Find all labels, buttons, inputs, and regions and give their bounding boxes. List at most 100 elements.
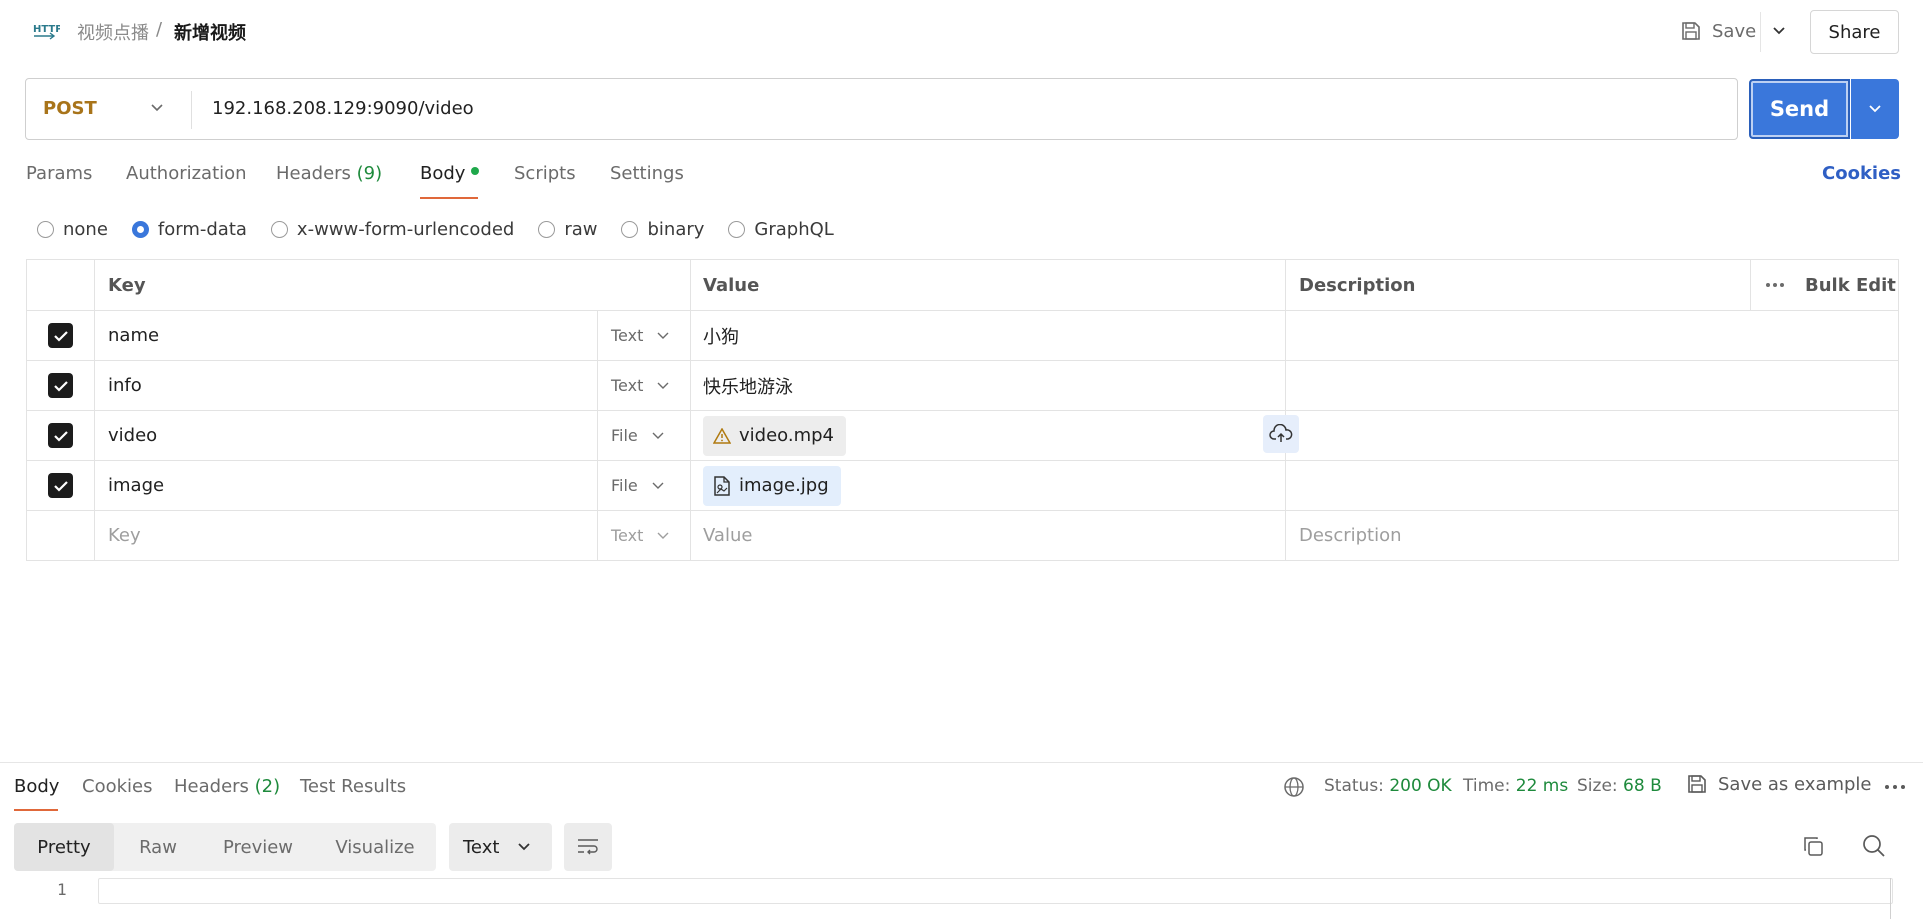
tab-body[interactable]: Body bbox=[420, 163, 480, 184]
tab-authorization[interactable]: Authorization bbox=[126, 163, 247, 184]
view-preview[interactable]: Preview bbox=[202, 823, 314, 871]
radio-urlencoded[interactable]: x-www-form-urlencoded bbox=[270, 219, 514, 240]
more-options-icon[interactable] bbox=[1765, 282, 1785, 288]
value-input[interactable]: 快乐地游泳 bbox=[691, 361, 1286, 410]
description-input[interactable] bbox=[1286, 411, 1900, 460]
url-input[interactable]: 192.168.208.129:9090/video bbox=[212, 98, 474, 119]
radio-binary[interactable]: binary bbox=[621, 219, 704, 240]
type-selector[interactable]: Text bbox=[598, 311, 691, 360]
line-number: 1 bbox=[57, 880, 67, 899]
key-input[interactable]: image bbox=[95, 461, 598, 510]
save-as-example-button[interactable]: Save as example bbox=[1686, 773, 1872, 795]
tab-settings[interactable]: Settings bbox=[610, 163, 684, 184]
wrap-lines-button[interactable] bbox=[564, 823, 612, 871]
table-row: name Text 小狗 bbox=[27, 310, 1898, 360]
cookies-link[interactable]: Cookies bbox=[1822, 163, 1901, 184]
save-options-button[interactable] bbox=[1764, 14, 1794, 48]
file-chip[interactable]: image.jpg bbox=[703, 465, 841, 506]
svg-text:HTTP: HTTP bbox=[33, 24, 60, 35]
status-value: 200 OK bbox=[1389, 776, 1452, 796]
scrollbar[interactable] bbox=[1890, 878, 1891, 919]
description-input-placeholder[interactable]: Description bbox=[1286, 511, 1900, 560]
radio-raw[interactable]: raw bbox=[538, 219, 597, 240]
response-editor[interactable] bbox=[98, 878, 1893, 904]
tab-headers-label: Headers bbox=[276, 163, 351, 184]
row-checkbox-cell bbox=[27, 511, 95, 560]
time-label: Time: bbox=[1463, 776, 1511, 796]
bulk-edit-button[interactable]: Bulk Edit bbox=[1805, 275, 1896, 296]
key-input[interactable]: name bbox=[95, 311, 598, 360]
send-button[interactable]: Send bbox=[1749, 79, 1850, 139]
value-input[interactable]: 小狗 bbox=[691, 311, 1286, 360]
chevron-down-icon bbox=[657, 532, 669, 539]
response-tab-test-results[interactable]: Test Results bbox=[300, 776, 406, 797]
warning-icon bbox=[713, 427, 731, 444]
view-visualize[interactable]: Visualize bbox=[314, 823, 436, 871]
response-format-select[interactable]: Text bbox=[449, 823, 552, 871]
radio-graphql[interactable]: GraphQL bbox=[728, 219, 834, 240]
tab-params[interactable]: Params bbox=[26, 163, 92, 184]
tab-headers[interactable]: Headers (9) bbox=[276, 163, 382, 184]
type-selector[interactable]: File bbox=[598, 461, 691, 510]
response-size[interactable]: Size: 68 B bbox=[1577, 776, 1662, 796]
more-options-icon[interactable] bbox=[1884, 784, 1906, 790]
checkmark-icon bbox=[53, 480, 68, 492]
response-divider[interactable] bbox=[0, 762, 1923, 763]
share-button[interactable]: Share bbox=[1810, 10, 1899, 54]
save-icon bbox=[1682, 22, 1700, 40]
description-input[interactable] bbox=[1286, 311, 1900, 360]
request-header: HTTP 视频点播 / 新增视频 Save Share bbox=[0, 0, 1923, 62]
view-raw[interactable]: Raw bbox=[114, 823, 202, 871]
value-input-placeholder[interactable]: Value bbox=[691, 511, 1286, 560]
chevron-down-icon[interactable] bbox=[149, 100, 165, 116]
format-label: Text bbox=[463, 836, 500, 858]
type-label: Text bbox=[611, 376, 644, 395]
response-tab-body[interactable]: Body bbox=[14, 776, 59, 797]
key-input-placeholder[interactable]: Key bbox=[95, 511, 598, 560]
breadcrumb-separator: / bbox=[156, 19, 163, 40]
method-selector[interactable]: POST bbox=[43, 98, 97, 119]
save-button[interactable]: Save bbox=[1672, 14, 1764, 48]
row-checkbox[interactable] bbox=[48, 423, 73, 448]
description-input[interactable] bbox=[1286, 461, 1900, 510]
chevron-down-icon bbox=[657, 382, 669, 389]
copy-icon[interactable] bbox=[1802, 835, 1824, 857]
search-icon[interactable] bbox=[1862, 834, 1886, 858]
row-checkbox[interactable] bbox=[48, 473, 73, 498]
radio-none[interactable]: none bbox=[37, 219, 108, 240]
type-selector[interactable]: File bbox=[598, 411, 691, 460]
type-label: Text bbox=[611, 526, 644, 545]
response-time[interactable]: Time: 22 ms bbox=[1463, 776, 1568, 796]
request-title[interactable]: 新增视频 bbox=[174, 19, 246, 45]
row-checkbox-cell bbox=[27, 411, 95, 460]
globe-icon[interactable] bbox=[1283, 776, 1305, 798]
description-input[interactable] bbox=[1286, 361, 1900, 410]
row-checkbox[interactable] bbox=[48, 323, 73, 348]
send-options-button[interactable] bbox=[1851, 79, 1899, 139]
response-status[interactable]: Status: 200 OK bbox=[1324, 776, 1452, 796]
type-selector[interactable]: Text bbox=[598, 511, 691, 560]
key-input[interactable]: video bbox=[95, 411, 598, 460]
header-description: Description bbox=[1286, 260, 1751, 310]
body-type-selector: none form-data x-www-form-urlencoded raw… bbox=[37, 218, 858, 240]
table-row: image File image.jpg bbox=[27, 460, 1898, 510]
value-cell: video.mp4 bbox=[691, 411, 1286, 460]
view-pretty[interactable]: Pretty bbox=[14, 823, 114, 871]
radio-icon bbox=[37, 220, 54, 238]
type-selector[interactable]: Text bbox=[598, 361, 691, 410]
row-checkbox-cell bbox=[27, 311, 95, 360]
radio-label: none bbox=[63, 218, 108, 240]
file-chip[interactable]: video.mp4 bbox=[703, 415, 846, 456]
tab-scripts[interactable]: Scripts bbox=[514, 163, 576, 184]
radio-form-data[interactable]: form-data bbox=[131, 219, 247, 240]
breadcrumb-collection[interactable]: 视频点播 bbox=[77, 19, 149, 45]
response-tab-headers[interactable]: Headers (2) bbox=[174, 776, 280, 797]
key-input[interactable]: info bbox=[95, 361, 598, 410]
response-tab-headers-label: Headers bbox=[174, 776, 249, 797]
active-tab-indicator bbox=[14, 809, 58, 811]
file-icon bbox=[714, 475, 730, 496]
chevron-down-icon bbox=[1773, 27, 1785, 35]
row-checkbox[interactable] bbox=[48, 373, 73, 398]
response-tab-cookies[interactable]: Cookies bbox=[82, 776, 152, 797]
file-name: video.mp4 bbox=[739, 425, 834, 446]
